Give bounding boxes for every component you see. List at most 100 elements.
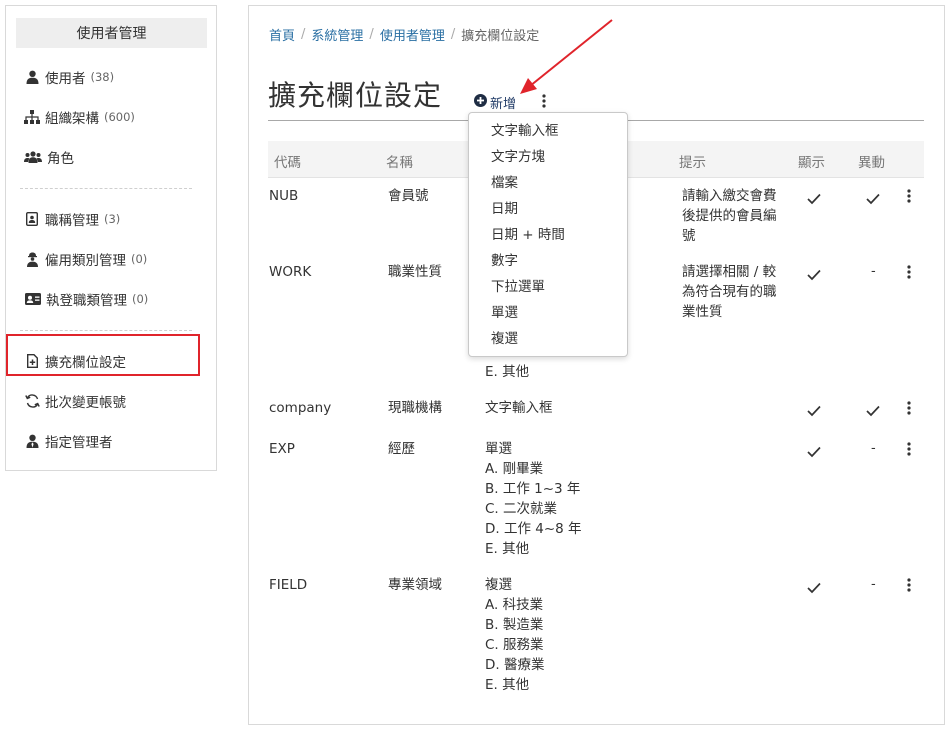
sidebar-item-label: 僱用類別管理 bbox=[45, 253, 126, 269]
breadcrumb-separator: / bbox=[369, 27, 374, 42]
row-code: NUB bbox=[269, 188, 299, 204]
add-field-type-dropdown: 文字輸入框 文字方塊 檔案 日期 日期 + 時間 數字 下拉選單 單選 複選 bbox=[468, 112, 628, 357]
header-show: 顯示 bbox=[798, 155, 825, 171]
user-icon bbox=[24, 69, 40, 85]
row-hint: 請選擇相關 / 較為符合現有的職業性質 bbox=[682, 264, 777, 320]
sidebar-header: 使用者管理 bbox=[16, 18, 207, 48]
dropdown-item-number[interactable]: 數字 bbox=[491, 251, 518, 271]
row-hint: 請輸入繳交會費後提供的會員編號 bbox=[682, 188, 777, 244]
row-type-line: A. 科技業 bbox=[485, 597, 544, 613]
sidebar-item-label: 職稱管理 bbox=[45, 213, 99, 229]
org-chart-icon bbox=[24, 109, 40, 125]
sidebar-item-label: 批次變更帳號 bbox=[45, 395, 126, 411]
row-more-icon[interactable] bbox=[906, 577, 912, 592]
header-code: 代碼 bbox=[274, 155, 301, 171]
row-code: company bbox=[269, 400, 332, 416]
row-type-line: 文字輸入框 bbox=[485, 400, 553, 416]
row-name: 經歷 bbox=[388, 441, 415, 457]
add-button-label: 新增 bbox=[490, 97, 517, 112]
header-change: 異動 bbox=[858, 155, 885, 171]
row-more-icon[interactable] bbox=[906, 188, 912, 203]
row-name: 現職機構 bbox=[388, 400, 442, 416]
dropdown-item-date[interactable]: 日期 bbox=[491, 199, 518, 219]
breadcrumb-home[interactable]: 首頁 bbox=[269, 25, 295, 44]
dropdown-item-file[interactable]: 檔案 bbox=[491, 173, 518, 193]
check-icon bbox=[807, 266, 821, 281]
user-tie-icon bbox=[24, 433, 40, 449]
sidebar-item-label: 執登職類管理 bbox=[46, 293, 127, 309]
dropdown-item-radio[interactable]: 單選 bbox=[491, 303, 518, 323]
sidebar-divider bbox=[20, 188, 192, 189]
sidebar-item-label: 指定管理者 bbox=[45, 435, 113, 451]
dropdown-item-select[interactable]: 下拉選單 bbox=[491, 277, 545, 297]
dropdown-item-checkbox[interactable]: 複選 bbox=[491, 329, 518, 349]
dropdown-item-text-input[interactable]: 文字輸入框 bbox=[491, 121, 559, 141]
sidebar-item-roles[interactable]: 角色 bbox=[24, 145, 74, 169]
breadcrumb-system[interactable]: 系統管理 bbox=[311, 25, 363, 44]
check-icon bbox=[866, 190, 880, 205]
row-type-line: 單選 bbox=[485, 441, 512, 457]
row-type-line: C. 服務業 bbox=[485, 637, 544, 653]
sidebar-item-count: (600) bbox=[104, 110, 135, 124]
row-type-line: C. 二次就業 bbox=[485, 501, 558, 517]
sidebar-item-label: 使用者 bbox=[45, 71, 86, 87]
sidebar-item-count: (0) bbox=[132, 292, 149, 306]
sidebar-item-label: 擴充欄位設定 bbox=[45, 355, 126, 371]
plus-circle-icon bbox=[474, 94, 487, 111]
row-more-icon[interactable] bbox=[906, 441, 912, 456]
row-more-icon[interactable] bbox=[906, 400, 912, 415]
row-type-line: D. 工作 4~8 年 bbox=[485, 521, 582, 537]
id-badge-icon bbox=[24, 211, 40, 227]
dropdown-item-textarea[interactable]: 文字方塊 bbox=[491, 147, 545, 167]
sidebar-item-count: (0) bbox=[131, 252, 148, 266]
breadcrumb-separator: / bbox=[301, 27, 306, 42]
row-type-line: E. 其他 bbox=[485, 364, 530, 380]
sidebar-item-org-chart[interactable]: 組織架構 (600) bbox=[24, 105, 135, 129]
sidebar-divider bbox=[20, 330, 192, 331]
row-code: FIELD bbox=[269, 577, 308, 593]
sidebar-item-extended-fields[interactable]: 擴充欄位設定 bbox=[24, 349, 126, 373]
sidebar-item-assign-admin[interactable]: 指定管理者 bbox=[24, 429, 113, 453]
dash-mark: - bbox=[871, 577, 876, 592]
dash-mark: - bbox=[871, 441, 876, 456]
row-type-line: D. 醫療業 bbox=[485, 657, 545, 673]
dash-mark: - bbox=[871, 264, 876, 279]
check-icon bbox=[807, 443, 821, 458]
row-type-line: B. 工作 1~3 年 bbox=[485, 481, 581, 497]
page-title: 擴充欄位設定 bbox=[268, 79, 443, 112]
sidebar-item-label: 角色 bbox=[47, 151, 74, 167]
row-name: 會員號 bbox=[388, 188, 429, 204]
add-button[interactable]: 新增 bbox=[474, 93, 516, 112]
sidebar-item-titles[interactable]: 職稱管理 (3) bbox=[24, 207, 120, 231]
sidebar-item-count: (3) bbox=[104, 212, 121, 226]
breadcrumb: 首頁 / 系統管理 / 使用者管理 / 擴充欄位設定 bbox=[269, 25, 539, 44]
breadcrumb-separator: / bbox=[450, 27, 456, 42]
more-options-icon[interactable] bbox=[538, 93, 550, 109]
check-icon bbox=[807, 190, 821, 205]
sidebar-item-employment-types[interactable]: 僱用類別管理 (0) bbox=[24, 247, 147, 271]
header-hint: 提示 bbox=[679, 155, 706, 171]
row-code: WORK bbox=[269, 264, 312, 280]
row-more-icon[interactable] bbox=[906, 264, 912, 279]
row-name: 專業領域 bbox=[388, 577, 442, 593]
row-name: 職業性質 bbox=[388, 264, 442, 280]
row-type-line: E. 其他 bbox=[485, 541, 530, 557]
row-type-line: E. 其他 bbox=[485, 677, 530, 693]
sidebar-item-label: 組織架構 bbox=[45, 111, 99, 127]
users-group-icon bbox=[24, 149, 42, 165]
row-code: EXP bbox=[269, 441, 295, 457]
dropdown-item-datetime[interactable]: 日期 + 時間 bbox=[491, 225, 565, 245]
sidebar-item-users[interactable]: 使用者 (38) bbox=[24, 65, 114, 89]
check-icon bbox=[866, 402, 880, 417]
breadcrumb-current: 擴充欄位設定 bbox=[461, 29, 540, 44]
sidebar-item-batch-account[interactable]: 批次變更帳號 bbox=[24, 389, 126, 413]
check-icon bbox=[807, 402, 821, 417]
breadcrumb-user-management[interactable]: 使用者管理 bbox=[380, 25, 445, 44]
worker-icon bbox=[24, 251, 40, 267]
sidebar-item-license-types[interactable]: 執登職類管理 (0) bbox=[24, 287, 148, 311]
header-name: 名稱 bbox=[386, 155, 413, 171]
row-type-line: 複選 bbox=[485, 577, 512, 593]
sync-icon bbox=[24, 393, 40, 409]
row-type-line: A. 剛畢業 bbox=[485, 461, 544, 477]
id-card-icon bbox=[24, 291, 41, 307]
